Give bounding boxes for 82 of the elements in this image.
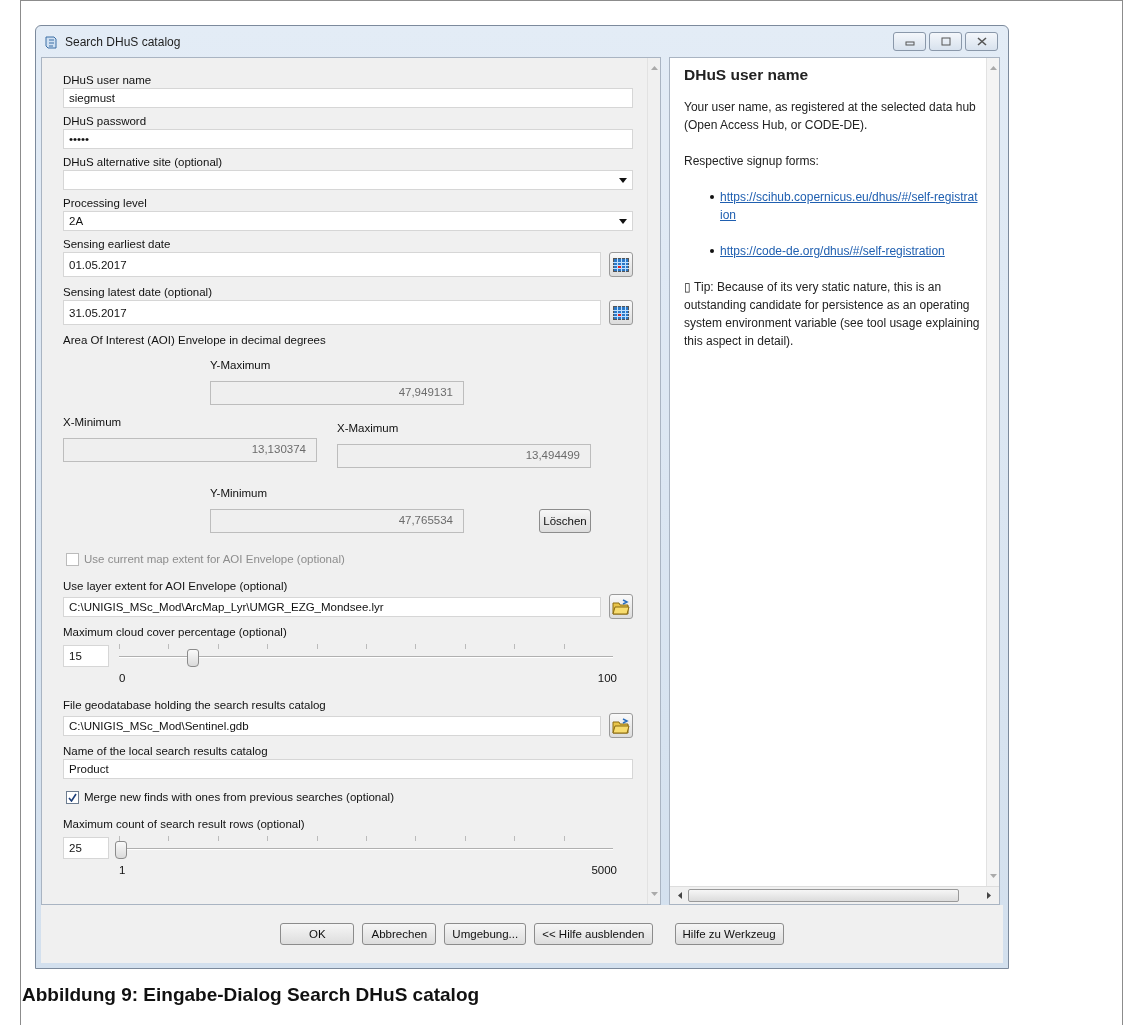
maximize-icon bbox=[940, 37, 951, 46]
minimize-button[interactable] bbox=[893, 32, 926, 51]
field-label: Area Of Interest (AOI) Envelope in decimal degrees bbox=[63, 333, 327, 347]
password-field[interactable]: ••••• bbox=[63, 129, 633, 149]
field-label: Maximum count of search result rows (optional) bbox=[63, 817, 306, 831]
window-title: Search DHuS catalog bbox=[65, 34, 181, 49]
clear-button[interactable]: Löschen bbox=[539, 509, 591, 533]
field-label: DHuS alternative site (optional) bbox=[63, 155, 224, 169]
input-field[interactable]: 25 bbox=[63, 837, 109, 859]
scrollbar[interactable] bbox=[647, 58, 660, 904]
field-label: DHuS user name bbox=[63, 73, 153, 87]
input-field[interactable]: C:\UNIGIS_MSc_Mod\ArcMap_Lyr\UMGR_EZG_Mondsee.lyr bbox=[63, 596, 601, 617]
min-label: 0 bbox=[119, 672, 126, 684]
check-icon bbox=[68, 792, 77, 802]
slider-thumb[interactable] bbox=[187, 649, 200, 667]
dropdown-field[interactable]: 2A bbox=[63, 211, 633, 231]
help-text: Your user name, as registered at the selected data hub (Open Access Hub, or CODE-DE). bbox=[684, 99, 977, 134]
bullet-icon bbox=[710, 249, 714, 253]
field-label: Sensing latest date (optional) bbox=[63, 285, 213, 299]
close-icon bbox=[976, 37, 987, 46]
scroll-icon bbox=[43, 33, 59, 50]
coordinate-field: 47,765534 bbox=[210, 509, 464, 533]
caret-icon bbox=[619, 218, 627, 224]
field-label: Name of the local search results catalog bbox=[63, 744, 269, 758]
coordinate-field: 47,949131 bbox=[210, 381, 464, 405]
up-arrow-icon bbox=[650, 66, 658, 70]
folder-icon bbox=[612, 598, 630, 615]
browse-button[interactable] bbox=[609, 713, 633, 738]
browse-button[interactable] bbox=[609, 594, 633, 619]
close-button[interactable] bbox=[965, 32, 998, 51]
max-label: 100 bbox=[597, 672, 617, 684]
help-title: DHuS user name bbox=[684, 66, 810, 84]
input-field[interactable]: 15 bbox=[63, 645, 109, 667]
slider-thumb[interactable] bbox=[115, 841, 128, 859]
input-field[interactable]: Product bbox=[63, 759, 633, 779]
field-label: Y-Minimum bbox=[210, 486, 269, 500]
calendar-button[interactable] bbox=[609, 252, 633, 277]
input-field[interactable]: 31.05.2017 bbox=[63, 300, 601, 325]
figure-caption: Abbildung 9: Eingabe-Dialog Search DHuS catalog bbox=[22, 984, 481, 1006]
dialog-button[interactable]: << Hilfe ausblenden bbox=[534, 923, 653, 945]
coordinate-field: 13,494499 bbox=[337, 444, 591, 468]
input-field[interactable]: 01.05.2017 bbox=[63, 252, 601, 277]
checkbox-label[interactable]: Merge new finds with ones from previous searches (optional) bbox=[63, 789, 633, 805]
right-arrow-icon bbox=[987, 892, 991, 899]
help-text: ▯ Tip: Because of its very static nature, this is an outstanding candidate for persistence as an operating system environment variable (see tool usage explaining this aspect in detail). bbox=[684, 279, 980, 350]
checkbox[interactable] bbox=[66, 790, 79, 804]
bullet-icon bbox=[710, 195, 714, 199]
max-label: 5000 bbox=[591, 864, 617, 876]
input-field[interactable]: C:\UNIGIS_MSc_Mod\Sentinel.gdb bbox=[63, 715, 601, 736]
link[interactable]: https://scihub.copernicus.eu/dhus/#/self-registration bbox=[720, 188, 980, 224]
calendar-icon bbox=[613, 305, 629, 320]
dialog-button[interactable]: Abbrechen bbox=[362, 923, 437, 945]
calendar-icon bbox=[613, 257, 629, 272]
left-arrow-icon bbox=[678, 892, 682, 899]
folder-icon bbox=[612, 717, 630, 734]
dialog-button[interactable]: Umgebung... bbox=[444, 923, 527, 945]
field-label: DHuS password bbox=[63, 114, 148, 128]
scroll-thumb[interactable] bbox=[688, 889, 959, 902]
field-label: X-Minimum bbox=[63, 415, 123, 429]
dialog-button[interactable]: Hilfe zu Werkzeug bbox=[674, 923, 784, 945]
field-label: Y-Maximum bbox=[210, 358, 272, 372]
up-arrow-icon bbox=[989, 66, 997, 70]
field-label: File geodatabase holding the search results catalog bbox=[63, 698, 327, 712]
help-text: Respective signup forms: bbox=[684, 153, 820, 170]
field-label: Sensing earliest date bbox=[63, 237, 172, 251]
field-label: Processing level bbox=[63, 196, 148, 210]
caret-icon bbox=[619, 177, 627, 183]
input-field[interactable]: siegmust bbox=[63, 88, 633, 108]
down-arrow-icon bbox=[650, 892, 658, 896]
field-label: X-Maximum bbox=[337, 421, 400, 435]
dropdown-field[interactable] bbox=[63, 170, 633, 190]
coordinate-field: 13,130374 bbox=[63, 438, 317, 462]
maximize-button[interactable] bbox=[929, 32, 962, 51]
dialog-button[interactable]: OK bbox=[280, 923, 355, 945]
field-label: Maximum cloud cover percentage (optional) bbox=[63, 625, 288, 639]
scrollbar[interactable] bbox=[670, 886, 999, 904]
field-label: Use layer extent for AOI Envelope (optional) bbox=[63, 579, 289, 593]
scrollbar[interactable] bbox=[986, 58, 999, 886]
down-arrow-icon bbox=[989, 874, 997, 878]
calendar-button[interactable] bbox=[609, 300, 633, 325]
min-label: 1 bbox=[119, 864, 126, 876]
link[interactable]: https://code-de.org/dhus/#/self-registration bbox=[720, 242, 945, 260]
